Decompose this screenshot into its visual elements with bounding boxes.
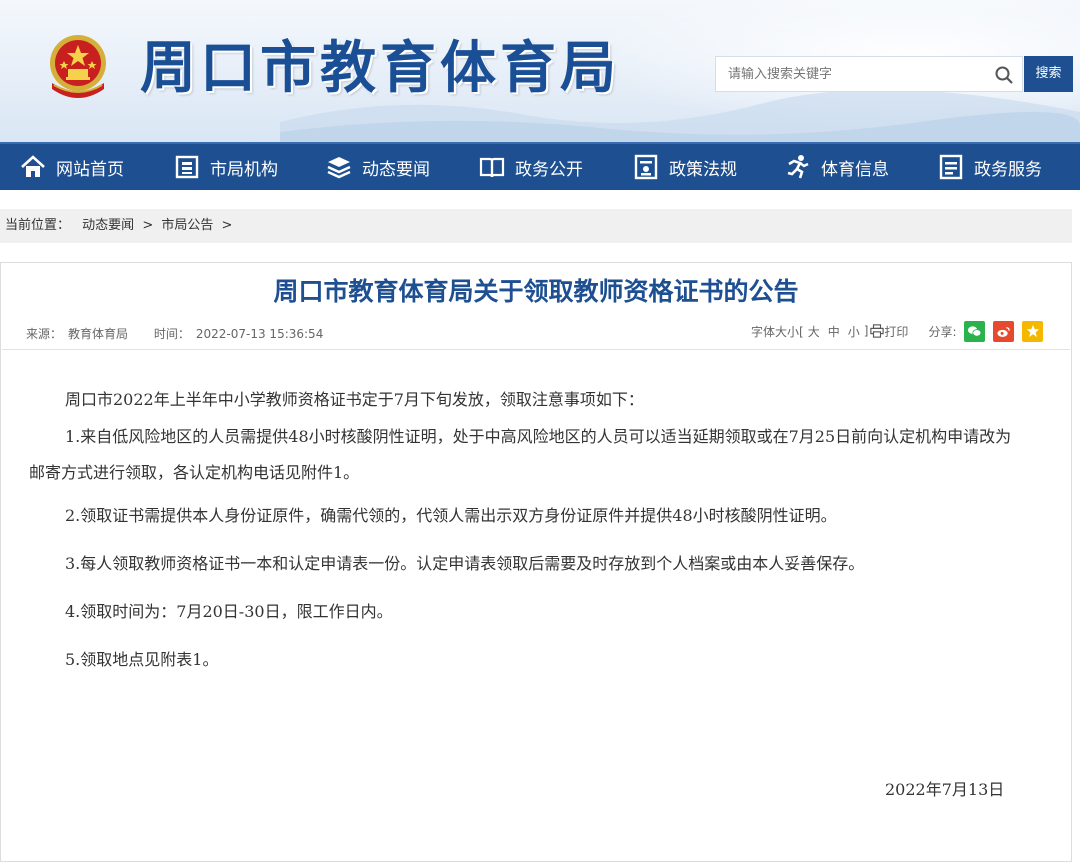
building-icon	[175, 155, 199, 179]
national-emblem-icon	[50, 35, 106, 98]
wechat-share-button[interactable]	[964, 320, 986, 342]
article-paragraph: 2.领取证书需提供本人身份证原件，确需代领的，代领人需出示双方身份证原件并提供4…	[65, 506, 837, 525]
nav-item-label: 市局机构	[210, 159, 278, 180]
meta-divider	[2, 349, 1070, 350]
search-box	[715, 56, 1023, 92]
weibo-icon	[997, 326, 1011, 337]
print-button[interactable]: 打印	[884, 323, 908, 340]
site-header: 周口市教育体育局 搜索	[0, 0, 1080, 142]
star-icon	[1026, 324, 1040, 338]
search-icon[interactable]	[994, 65, 1014, 85]
nav-item-news[interactable]: 动态要闻	[326, 144, 430, 190]
wechat-icon	[968, 325, 982, 337]
nav-item-government-affairs[interactable]: 政务公开	[479, 144, 583, 190]
share-label: 分享:	[928, 324, 957, 339]
source-value: 教育体育局	[68, 327, 129, 341]
breadcrumb-item-news[interactable]: 动态要闻	[82, 218, 134, 233]
font-size-large-button[interactable]: 大	[808, 323, 820, 340]
article-paragraph: 4.领取时间为：7月20日-30日，限工作日内。	[65, 602, 393, 621]
search-input[interactable]	[716, 57, 990, 91]
nav-item-policies[interactable]: 政策法规	[633, 144, 737, 190]
nav-item-label: 动态要闻	[362, 159, 430, 180]
breadcrumb: 当前位置： 动态要闻 > 市局公告 >	[0, 209, 1072, 243]
nav-item-label: 网站首页	[56, 159, 124, 180]
article-paragraph: 5.领取地点见附表1。	[65, 650, 219, 669]
qzone-share-button[interactable]	[1022, 320, 1044, 342]
article-title: 周口市教育体育局关于领取教师资格证书的公告	[273, 277, 799, 306]
article-paragraph: 1.来自低风险地区的人员需提供48小时核酸阴性证明，处于中高风险地区的人员可以适…	[29, 427, 1012, 482]
nav-item-services[interactable]: 政务服务	[938, 144, 1042, 190]
article-body: 周口市2022年上半年中小学教师资格证书定于7月下旬发放，领取注意事项如下： 1…	[29, 381, 1019, 679]
article-paragraph: 3.每人领取教师资格证书一本和认定申请表一份。认定申请表领取后需要及时存放到个人…	[65, 554, 865, 573]
search-button[interactable]: 搜索	[1024, 56, 1073, 92]
source-label: 来源：	[26, 327, 63, 341]
nav-item-label: 政务公开	[515, 159, 583, 180]
nav-item-sports[interactable]: 体育信息	[785, 144, 889, 190]
sign-date: 2022年7月13日	[885, 780, 1005, 799]
font-size-medium-button[interactable]: 中	[828, 323, 840, 340]
breadcrumb-prefix: 当前位置：	[5, 218, 71, 233]
nav-item-label: 政策法规	[669, 159, 737, 180]
article: 周口市教育体育局关于领取教师资格证书的公告 来源： 教育体育局 时间： 2022-0…	[0, 262, 1072, 862]
document-icon	[634, 154, 658, 180]
open-book-icon	[479, 157, 505, 178]
site-title: 周口市教育体育局	[140, 36, 620, 101]
breadcrumb-item-announcements[interactable]: 市局公告	[161, 218, 213, 233]
nav-item-label: 体育信息	[821, 159, 889, 180]
font-size-label: 字体大小[	[751, 324, 804, 339]
list-icon	[939, 154, 963, 180]
article-meta: 来源： 教育体育局 时间： 2022-07-13 15:36:54	[26, 325, 329, 342]
time-value: 2022-07-13 15:36:54	[195, 327, 324, 341]
runner-icon	[787, 155, 809, 179]
news-stack-icon	[327, 157, 351, 179]
nav-item-institutions[interactable]: 市局机构	[174, 144, 278, 190]
article-paragraph: 周口市2022年上半年中小学教师资格证书定于7月下旬发放，领取注意事项如下：	[65, 390, 644, 409]
weibo-share-button[interactable]	[993, 320, 1015, 342]
font-size-close: ]	[863, 324, 869, 338]
breadcrumb-separator: >	[221, 218, 233, 233]
main-nav: 网站首页 市局机构 动态要闻 政务公开 政策法规 体育信息 政务服务	[0, 142, 1080, 190]
breadcrumb-separator: >	[142, 218, 154, 233]
nav-item-home[interactable]: 网站首页	[20, 144, 124, 190]
nav-item-label: 政务服务	[974, 159, 1042, 180]
printer-icon[interactable]	[870, 324, 885, 338]
article-tools: 字体大小[ 大 中 小 ] 打印 分享:	[751, 319, 1044, 343]
font-size-small-button[interactable]: 小	[848, 323, 860, 340]
time-label: 时间：	[153, 327, 190, 341]
home-icon	[21, 155, 45, 177]
